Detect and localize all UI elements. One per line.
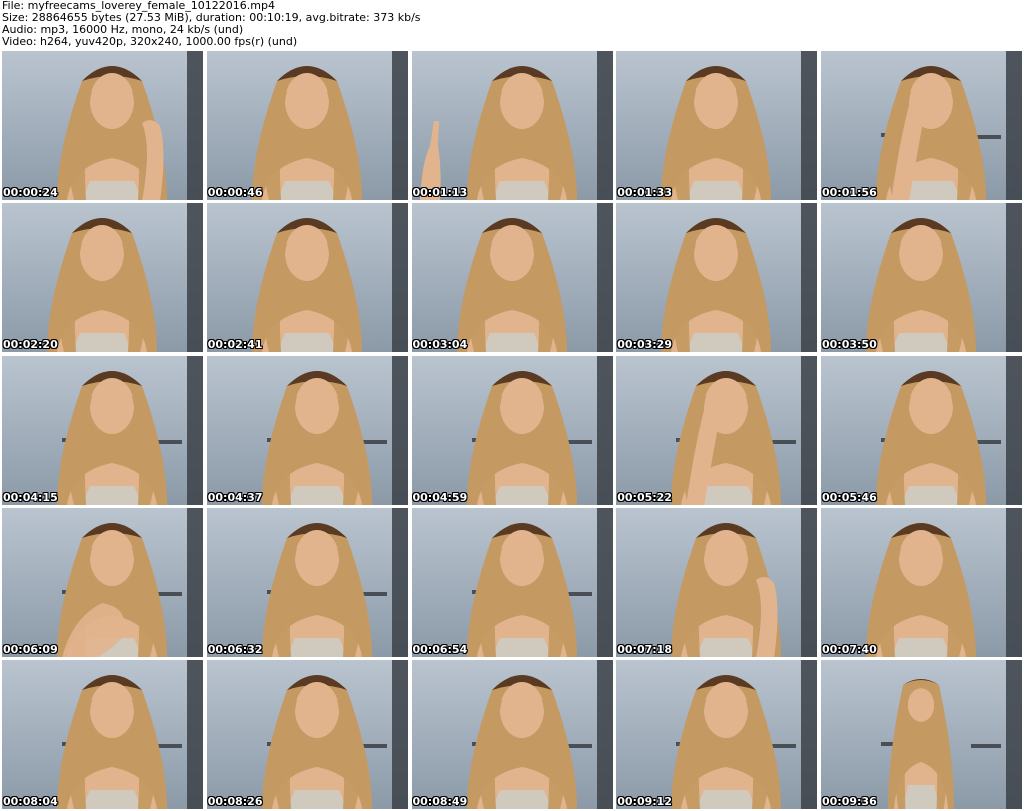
frame-image [2, 507, 203, 657]
video-frame-thumbnail: 00:06:32 [206, 507, 408, 657]
frame-timestamp: 00:03:50 [822, 338, 877, 352]
video-frame-thumbnail: 00:09:36 [821, 660, 1022, 809]
frame-timestamp: 00:05:46 [822, 490, 877, 504]
frame-image [821, 355, 1022, 505]
frame-image [2, 355, 203, 505]
frame-timestamp: 00:07:40 [822, 642, 877, 656]
frame-timestamp: 00:08:49 [412, 795, 468, 808]
frame-image [411, 51, 613, 200]
video-info-line: Video: h264, yuv420p, 320x240, 1000.00 f… [2, 35, 298, 48]
video-frame-thumbnail: 00:03:50 [821, 203, 1022, 353]
video-frame-thumbnail: 00:03:29 [616, 203, 818, 353]
frame-timestamp: 00:09:36 [822, 795, 877, 808]
video-frame-thumbnail: 00:04:37 [206, 355, 408, 505]
video-frame-thumbnail: 00:03:04 [411, 203, 613, 353]
frame-timestamp: 00:06:09 [3, 642, 58, 656]
video-frame-thumbnail: 00:02:20 [2, 203, 203, 353]
video-frame-thumbnail: 00:05:22 [616, 355, 818, 505]
frame-image [821, 507, 1022, 657]
video-frame-thumbnail: 00:00:24 [2, 51, 203, 200]
frame-timestamp: 00:04:37 [207, 490, 263, 504]
frame-timestamp: 00:01:56 [822, 186, 877, 199]
frame-image [821, 203, 1022, 353]
frame-timestamp: 00:02:20 [3, 338, 58, 352]
video-frame-thumbnail: 00:08:04 [2, 660, 203, 809]
frame-timestamp: 00:01:13 [412, 186, 468, 199]
frame-image [616, 51, 818, 200]
frame-image [616, 355, 818, 505]
video-frame-thumbnail: 00:04:15 [2, 355, 203, 505]
frame-timestamp: 00:00:24 [3, 186, 58, 199]
frame-image [616, 507, 818, 657]
frame-timestamp: 00:02:41 [207, 338, 263, 352]
frame-image [821, 660, 1022, 809]
frame-image [2, 660, 203, 809]
frame-timestamp: 00:00:46 [207, 186, 263, 199]
video-frame-thumbnail: 00:01:13 [411, 51, 613, 200]
frame-image [206, 203, 408, 353]
frame-timestamp: 00:06:54 [412, 642, 468, 656]
frame-timestamp: 00:08:04 [3, 795, 58, 808]
frame-image [616, 203, 818, 353]
frame-image [821, 51, 1022, 200]
frame-timestamp: 00:04:59 [412, 490, 468, 504]
frame-timestamp: 00:08:26 [207, 795, 263, 808]
thumbnail-grid: 00:00:24 00:00:46 00:01:13 00:01:33 00:01:56… [2, 51, 1022, 809]
frame-timestamp: 00:07:18 [617, 642, 672, 656]
file-info-header: File: myfreecams_loverey_female_10122016… [2, 0, 1022, 50]
video-frame-thumbnail: 00:04:59 [411, 355, 613, 505]
video-frame-thumbnail: 00:06:54 [411, 507, 613, 657]
frame-image [206, 507, 408, 657]
video-frame-thumbnail: 00:01:56 [821, 51, 1022, 200]
frame-image [616, 660, 818, 809]
frame-timestamp: 00:04:15 [3, 490, 58, 504]
frame-image [411, 507, 613, 657]
frame-timestamp: 00:01:33 [617, 186, 672, 199]
frame-image [2, 51, 203, 200]
frame-timestamp: 00:09:12 [617, 795, 672, 808]
video-frame-thumbnail: 00:08:26 [206, 660, 408, 809]
video-frame-thumbnail: 00:07:40 [821, 507, 1022, 657]
frame-image [411, 660, 613, 809]
frame-image [206, 660, 408, 809]
video-frame-thumbnail: 00:01:33 [616, 51, 818, 200]
video-frame-thumbnail: 00:00:46 [206, 51, 408, 200]
video-frame-thumbnail: 00:07:18 [616, 507, 818, 657]
video-frame-thumbnail: 00:06:09 [2, 507, 203, 657]
frame-image [411, 203, 613, 353]
frame-image [206, 355, 408, 505]
video-frame-thumbnail: 00:02:41 [206, 203, 408, 353]
frame-timestamp: 00:05:22 [617, 490, 672, 504]
frame-image [411, 355, 613, 505]
frame-timestamp: 00:03:29 [617, 338, 672, 352]
frame-image [2, 203, 203, 353]
frame-timestamp: 00:03:04 [412, 338, 468, 352]
video-frame-thumbnail: 00:05:46 [821, 355, 1022, 505]
frame-timestamp: 00:06:32 [207, 642, 263, 656]
video-frame-thumbnail: 00:09:12 [616, 660, 818, 809]
frame-image [206, 51, 408, 200]
video-frame-thumbnail: 00:08:49 [411, 660, 613, 809]
